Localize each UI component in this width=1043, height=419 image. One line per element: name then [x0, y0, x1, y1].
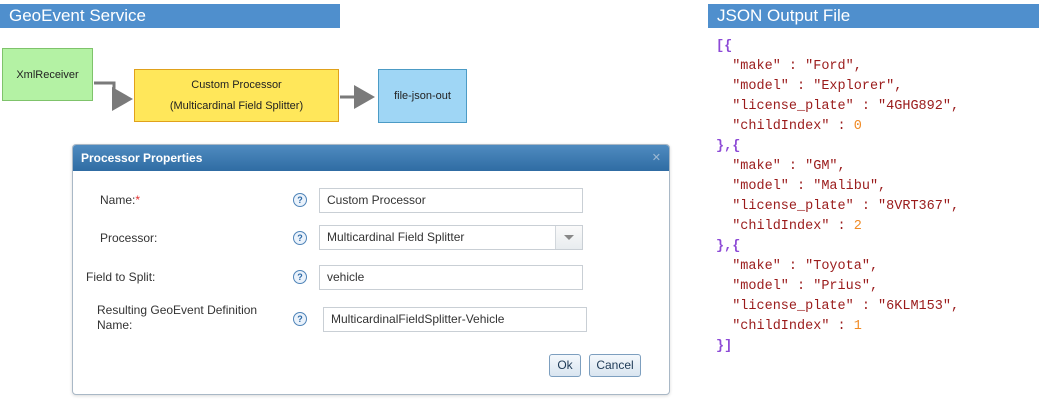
- json-comma: ,: [837, 159, 846, 174]
- json-string-value: "Prius": [813, 279, 870, 294]
- json-colon: :: [829, 319, 854, 334]
- json-comma: ,: [853, 59, 862, 74]
- json-colon: :: [853, 199, 879, 214]
- json-bracket: [{: [716, 39, 733, 54]
- json-string-value: "Malibu": [813, 179, 879, 194]
- json-output-code: [{ "make" : "Ford", "model" : "Explorer"…: [716, 37, 959, 357]
- json-string-value: "8VRT367": [878, 199, 951, 214]
- name-label: Name:*: [100, 193, 140, 208]
- json-comma: ,: [950, 199, 960, 214]
- name-label-text: Name:: [100, 193, 136, 207]
- xml-receiver-label: XmlReceiver: [16, 68, 79, 81]
- json-line: "childIndex" : 1: [716, 317, 959, 337]
- json-colon: :: [788, 179, 814, 194]
- json-key: "model": [716, 179, 789, 194]
- json-bracket: },{: [716, 239, 741, 254]
- name-help-icon[interactable]: ?: [293, 193, 307, 207]
- processor-select-value: Multicardinal Field Splitter: [327, 230, 465, 244]
- json-comma: ,: [869, 279, 879, 294]
- json-key: "childIndex": [716, 219, 830, 234]
- json-line: "license_plate" : "8VRT367",: [716, 197, 959, 217]
- json-colon: :: [829, 119, 854, 134]
- name-input[interactable]: Custom Processor: [319, 188, 583, 213]
- field-to-split-label: Field to Split:: [86, 270, 156, 284]
- json-line: "model" : "Explorer",: [716, 77, 959, 97]
- connector-receiver-to-processor: [94, 81, 133, 111]
- json-comma: ,: [878, 179, 887, 194]
- json-colon: :: [788, 79, 814, 94]
- processor-label: Processor:: [100, 231, 158, 245]
- json-comma: ,: [950, 99, 960, 114]
- processor-select[interactable]: Multicardinal Field Splitter: [319, 225, 583, 250]
- chevron-down-icon[interactable]: [555, 226, 582, 249]
- processor-properties-dialog: Processor Properties ✕ Name:* ? Custom P…: [72, 144, 670, 395]
- json-line: [{: [716, 37, 959, 57]
- json-line: "model" : "Malibu",: [716, 177, 959, 197]
- json-line: "childIndex" : 0: [716, 117, 959, 137]
- file-json-out-label: file-json-out: [394, 90, 451, 102]
- json-key: "make": [716, 159, 781, 174]
- json-line: },{: [716, 237, 959, 257]
- dialog-titlebar[interactable]: Processor Properties ✕: [73, 145, 669, 171]
- json-comma: ,: [869, 259, 879, 274]
- json-number-value: 0: [853, 119, 862, 134]
- json-colon: :: [780, 259, 806, 274]
- cancel-button[interactable]: Cancel: [589, 354, 641, 377]
- json-string-value: "Explorer": [813, 79, 895, 94]
- field-to-split-help-icon[interactable]: ?: [293, 270, 307, 284]
- json-colon: :: [853, 299, 879, 314]
- field-to-split-input[interactable]: vehicle: [319, 265, 583, 290]
- json-key: "make": [716, 259, 781, 274]
- json-line: "model" : "Prius",: [716, 277, 959, 297]
- resulting-definition-name-label: Resulting GeoEvent Definition Name:: [97, 303, 258, 332]
- json-key: "childIndex": [716, 319, 830, 334]
- json-string-value: "6KLM153": [878, 299, 951, 314]
- json-line: "childIndex" : 2: [716, 217, 959, 237]
- json-colon: :: [788, 279, 814, 294]
- json-colon: :: [780, 159, 806, 174]
- resulting-definition-name-help-icon[interactable]: ?: [293, 312, 307, 326]
- json-output-file-header: JSON Output File: [708, 4, 1039, 28]
- json-comma: ,: [950, 299, 960, 314]
- json-colon: :: [780, 59, 806, 74]
- json-key: "make": [716, 59, 781, 74]
- file-json-out-node[interactable]: file-json-out: [378, 69, 467, 123]
- json-string-value: "4GHG892": [878, 99, 951, 114]
- json-key: "license_plate": [716, 99, 854, 114]
- processor-help-icon[interactable]: ?: [293, 231, 307, 245]
- json-comma: ,: [894, 79, 903, 94]
- json-line: "license_plate" : "6KLM153",: [716, 297, 959, 317]
- json-line: }]: [716, 337, 959, 357]
- json-bracket: }]: [716, 339, 733, 354]
- json-line: "make" : "Ford",: [716, 57, 959, 77]
- custom-processor-node[interactable]: Custom Processor (Multicardinal Field Sp…: [134, 69, 339, 122]
- close-icon[interactable]: ✕: [652, 145, 661, 171]
- custom-processor-label: Custom Processor: [191, 78, 282, 91]
- json-line: },{: [716, 137, 959, 157]
- json-number-value: 2: [853, 219, 862, 234]
- json-colon: :: [829, 219, 854, 234]
- json-line: "license_plate" : "4GHG892",: [716, 97, 959, 117]
- dialog-title: Processor Properties: [81, 151, 203, 165]
- json-key: "model": [716, 279, 789, 294]
- json-number-value: 1: [853, 319, 862, 334]
- json-colon: :: [853, 99, 879, 114]
- json-line: "make" : "GM",: [716, 157, 959, 177]
- xml-receiver-node[interactable]: XmlReceiver: [2, 48, 93, 101]
- json-string-value: "GM": [805, 159, 838, 174]
- resulting-definition-name-input[interactable]: MulticardinalFieldSplitter-Vehicle: [323, 307, 587, 332]
- json-key: "childIndex": [716, 119, 830, 134]
- json-bracket: },{: [716, 139, 741, 154]
- ok-button[interactable]: Ok: [549, 354, 581, 377]
- json-key: "license_plate": [716, 299, 854, 314]
- json-string-value: "Ford": [805, 59, 854, 74]
- json-string-value: "Toyota": [805, 259, 870, 274]
- required-asterisk: *: [135, 193, 141, 207]
- json-key: "model": [716, 79, 789, 94]
- json-line: "make" : "Toyota",: [716, 257, 959, 277]
- custom-processor-sublabel: (Multicardinal Field Splitter): [169, 99, 304, 112]
- json-key: "license_plate": [716, 199, 854, 214]
